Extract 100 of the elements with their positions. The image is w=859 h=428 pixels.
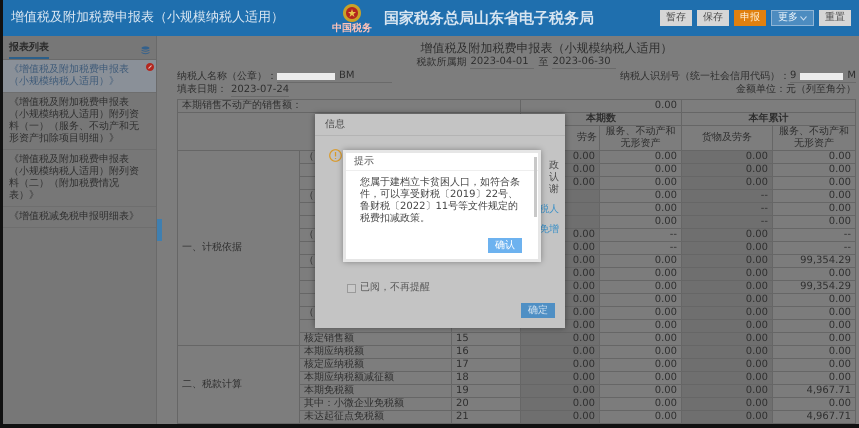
amount-value: 0.00 <box>572 255 595 266</box>
amount-unit-note: 金额单位：元（列至角分） <box>736 84 856 96</box>
stack-icon[interactable] <box>141 46 150 55</box>
amount-value: 0.00 <box>746 229 768 240</box>
toolbar-button[interactable]: 更多 <box>771 10 814 26</box>
amount-value: 0.00 <box>572 268 595 280</box>
line-number: 16 <box>456 346 469 358</box>
amount-value: 0.00 <box>654 190 677 202</box>
text-fragment: 政 <box>549 160 559 172</box>
acknowledge-button[interactable]: 确认 <box>488 238 522 253</box>
amount-value: 0.00 <box>654 294 677 306</box>
period-separator: 至 <box>538 56 548 69</box>
amount-value: 0.00 <box>654 333 677 344</box>
amount-value: -- <box>670 229 677 240</box>
line-number: 20 <box>456 398 469 410</box>
item-name: （ <box>304 255 314 266</box>
amount-value: 0.00 <box>572 411 595 422</box>
column-header: 服务、不动产和无形资产 <box>605 126 676 150</box>
toolbar-button[interactable]: 暂存 <box>660 10 692 26</box>
report-list-item[interactable]: 《增值税及附加税费申报表（小规模纳税人适用）附列资料（二）（附加税费情况表）》 <box>3 150 156 207</box>
amount-value: 0.00 <box>746 281 768 292</box>
amount-value: 0.00 <box>746 177 768 188</box>
column-header: 货物及劳务 <box>702 132 752 144</box>
amount-value: -- <box>844 242 851 254</box>
amount-value: 0.00 <box>746 320 768 332</box>
redaction-block <box>800 72 844 80</box>
amount-value: 99,354.29 <box>800 255 851 266</box>
column-header: 劳务 <box>576 132 597 144</box>
toolbar-button[interactable]: 申报 <box>734 10 766 26</box>
amount-value: 0.00 <box>654 320 677 332</box>
amount-value: 0.00 <box>828 268 851 280</box>
toolbar-button[interactable]: 保存 <box>697 10 729 26</box>
line-number: 17 <box>456 359 469 370</box>
page-title: 增值税及附加税费申报表（小规模纳税人适用） <box>11 12 284 24</box>
text-fragment: 谢 <box>549 184 559 196</box>
amount-value: 0.00 <box>654 151 677 162</box>
amount-value: 0.00 <box>572 346 595 358</box>
item-name: （ <box>304 151 314 162</box>
amount-value: 0.00 <box>572 242 595 254</box>
checkbox[interactable] <box>347 284 356 292</box>
dialog-title: 信息 <box>325 118 345 130</box>
amount-value: 0.00 <box>572 177 595 188</box>
amount-value: 0.00 <box>746 255 768 266</box>
emblem-icon <box>342 2 362 22</box>
amount-value: -- <box>760 216 768 228</box>
amount-value: 0.00 <box>746 372 768 384</box>
amount-value: 0.00 <box>746 151 768 162</box>
report-list-item[interactable]: 《增值税及附加税费申报表（小规模纳税人适用）》 <box>3 60 156 93</box>
line-number: 19 <box>456 385 469 396</box>
amount-value: 0.00 <box>654 372 677 384</box>
amount-value: 0.00 <box>746 294 768 306</box>
confirm-button[interactable]: 确定 <box>521 303 555 318</box>
amount-value: 0.00 <box>828 177 851 188</box>
period-end-field[interactable]: 2023-06-30 <box>552 56 616 70</box>
chevron-down-icon <box>800 16 807 20</box>
taxpayer-name-field[interactable]: BM <box>276 70 392 83</box>
taxpayer-id-field[interactable]: 9 M <box>790 70 856 83</box>
item-name: 未达起征点免税额 <box>304 411 384 422</box>
collapse-handle[interactable] <box>157 219 162 241</box>
item-name: 本期免税额 <box>304 385 354 396</box>
amount-value: 0.00 <box>572 307 595 318</box>
amount-value: 0.00 <box>654 216 677 228</box>
amount-value: 0.00 <box>828 320 851 332</box>
amount-value: 0.00 <box>654 385 677 396</box>
group-label: 一、计税依据 <box>182 242 242 254</box>
amount-value: 0.00 <box>828 164 851 176</box>
amount-value: 0.00 <box>572 398 595 410</box>
amount-value: 0.00 <box>746 268 768 280</box>
amount-value: 0.00 <box>828 203 851 214</box>
amount-value: -- <box>760 190 768 202</box>
amount-value: 0.00 <box>746 164 768 176</box>
amount-value: 0.00 <box>746 385 768 396</box>
toolbar-button[interactable]: 重置 <box>819 10 851 26</box>
amount-value: 4,967.71 <box>806 385 851 396</box>
fill-date-field[interactable]: 2023-07-24 <box>230 84 290 97</box>
amount-value: 0.00 <box>654 359 677 370</box>
item-name: 本期应纳税额 <box>304 346 364 358</box>
emblem-caption: 中国税务 <box>332 22 372 34</box>
item-name: 核定应纳税额 <box>304 359 364 370</box>
amount-value: 0.00 <box>828 151 851 162</box>
amount-value: 0.00 <box>746 411 768 422</box>
site-name: 国家税务总局山东省电子税务局 <box>384 12 594 24</box>
item-name: 其中：小微企业免税额 <box>304 398 404 410</box>
presale-label: 本期销售不动产的销售额： <box>182 100 302 112</box>
amount-value: 0.00 <box>654 255 677 266</box>
amount-value: 0.00 <box>654 281 677 292</box>
period-start-field[interactable]: 2023-04-01 <box>470 56 534 70</box>
item-name: （ <box>304 190 314 202</box>
amount-value: 0.00 <box>746 333 768 344</box>
report-list-item[interactable]: 《增值税减免税申报明细表》 <box>3 207 156 228</box>
amount-value: 0.00 <box>828 346 851 358</box>
amount-value: 0.00 <box>654 411 677 422</box>
amount-value: 0.00 <box>572 151 595 162</box>
group-label: 二、税款计算 <box>182 378 242 390</box>
amount-value: 0.00 <box>572 229 595 240</box>
amount-value: 0.00 <box>828 398 851 410</box>
report-list-item[interactable]: 《增值税及附加税费申报表（小规模纳税人适用）附列资料（一）（服务、不动产和无形资产扣除项目明细）》 <box>3 93 156 150</box>
amount-value: 0.00 <box>572 359 595 370</box>
amount-value: 0.00 <box>654 398 677 410</box>
taxpayer-name-label: 纳税人名称（公章）： <box>176 70 277 82</box>
